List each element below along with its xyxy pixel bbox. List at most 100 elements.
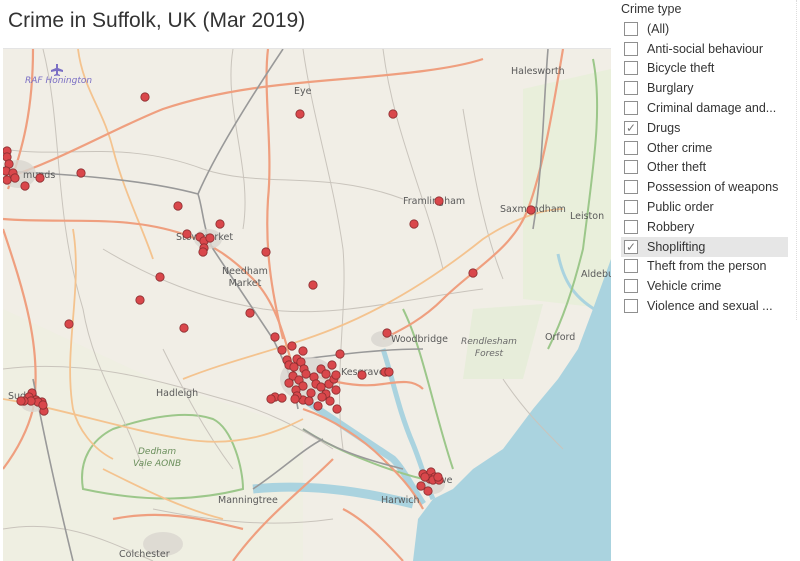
filter-item-other-theft[interactable]: Other theft xyxy=(621,158,796,178)
filter-item-label: Drugs xyxy=(647,120,681,135)
filter-item-shoplifting[interactable]: ✓ Shoplifting xyxy=(621,236,788,257)
incident-marker[interactable] xyxy=(526,205,536,215)
filter-item-other-crime[interactable]: Other crime xyxy=(621,138,796,158)
filter-item-label: Bicycle theft xyxy=(647,61,715,76)
incident-marker[interactable] xyxy=(64,319,74,329)
filter-item-label: Anti-social behaviour xyxy=(647,41,764,56)
incident-marker[interactable] xyxy=(357,370,367,380)
incident-marker[interactable] xyxy=(433,472,443,482)
filter-item-bicycle-theft[interactable]: Bicycle theft xyxy=(621,59,796,79)
filter-item-label: Public order xyxy=(647,200,714,215)
incident-marker[interactable] xyxy=(215,219,225,229)
incident-marker[interactable] xyxy=(140,92,150,102)
incident-marker[interactable] xyxy=(317,392,327,402)
incident-marker[interactable] xyxy=(155,272,165,282)
incident-marker[interactable] xyxy=(261,247,271,257)
incident-marker[interactable] xyxy=(295,109,305,119)
crime-map[interactable]: RAF Honington Eye Halesworth munds Framl… xyxy=(3,48,611,561)
checkbox[interactable] xyxy=(624,140,638,155)
checkbox[interactable] xyxy=(624,41,638,56)
incident-marker[interactable] xyxy=(382,328,392,338)
incident-marker[interactable] xyxy=(284,378,294,388)
incident-marker[interactable] xyxy=(277,345,287,355)
incident-marker[interactable] xyxy=(335,349,345,359)
incident-marker[interactable] xyxy=(304,396,314,406)
incident-marker[interactable] xyxy=(290,394,300,404)
checkbox[interactable] xyxy=(624,219,638,234)
incident-marker[interactable] xyxy=(38,400,48,410)
checkbox[interactable]: ✓ xyxy=(624,120,638,135)
filter-item-label: Possession of weapons xyxy=(647,180,779,195)
checkbox[interactable] xyxy=(624,61,638,76)
incident-marker[interactable] xyxy=(20,181,30,191)
checkbox[interactable] xyxy=(624,101,638,116)
filter-item-label: Other theft xyxy=(647,160,707,175)
checkbox[interactable] xyxy=(624,279,638,294)
incident-marker[interactable] xyxy=(409,219,419,229)
filter-item-label: Robbery xyxy=(647,219,695,234)
filter-item-robbery[interactable]: Robbery xyxy=(621,217,796,237)
checkbox[interactable] xyxy=(624,81,638,96)
incident-marker[interactable] xyxy=(10,173,20,183)
incident-marker[interactable] xyxy=(325,396,335,406)
filter-item-public-order[interactable]: Public order xyxy=(621,197,796,217)
incident-marker[interactable] xyxy=(182,229,192,239)
incident-marker[interactable] xyxy=(35,173,45,183)
incident-marker[interactable] xyxy=(420,472,430,482)
filter-item-label: Shoplifting xyxy=(647,239,706,254)
checkbox[interactable] xyxy=(624,200,638,215)
incident-marker[interactable] xyxy=(173,201,183,211)
incident-marker[interactable] xyxy=(135,295,145,305)
filter-item-label: Vehicle crime xyxy=(647,279,722,294)
incident-marker[interactable] xyxy=(3,175,12,185)
incident-marker[interactable] xyxy=(434,196,444,206)
incident-marker[interactable] xyxy=(179,323,189,333)
filter-item-label: (All) xyxy=(647,21,670,36)
checkbox[interactable] xyxy=(624,160,638,175)
filter-item-label: Other crime xyxy=(647,140,713,155)
incident-marker[interactable] xyxy=(270,332,280,342)
incident-marker[interactable] xyxy=(468,268,478,278)
incident-marker[interactable] xyxy=(331,370,341,380)
checkmark-icon: ✓ xyxy=(625,120,637,135)
filter-item-label: Violence and sexual ... xyxy=(647,299,773,314)
incident-marker[interactable] xyxy=(306,388,316,398)
incident-marker[interactable] xyxy=(287,341,297,351)
incident-marker[interactable] xyxy=(423,486,433,496)
filter-item-criminal-damage-and[interactable]: Criminal damage and... xyxy=(621,98,796,118)
incident-marker[interactable] xyxy=(266,394,276,404)
checkbox[interactable]: ✓ xyxy=(624,239,638,254)
filter-item-all[interactable]: (All) xyxy=(621,19,796,39)
checkbox[interactable] xyxy=(624,259,638,274)
incident-marker[interactable] xyxy=(301,369,311,379)
incident-marker[interactable] xyxy=(327,360,337,370)
filter-item-possession-of-weapons[interactable]: Possession of weapons xyxy=(621,177,796,197)
incident-marker[interactable] xyxy=(245,308,255,318)
crime-type-filter: Crime type (All) Anti-social behaviour Bic… xyxy=(621,2,796,316)
incident-marker[interactable] xyxy=(331,385,341,395)
incident-marker[interactable] xyxy=(388,109,398,119)
incident-marker[interactable] xyxy=(205,233,215,243)
incident-marker[interactable] xyxy=(16,396,26,406)
incident-marker[interactable] xyxy=(198,247,208,257)
incident-marker[interactable] xyxy=(313,401,323,411)
incident-marker[interactable] xyxy=(308,280,318,290)
filter-list: (All) Anti-social behaviour Bicycle theft B… xyxy=(621,19,796,316)
checkbox[interactable] xyxy=(624,180,638,195)
filter-item-drugs[interactable]: ✓ Drugs xyxy=(621,118,796,138)
filter-title: Crime type xyxy=(621,2,682,16)
filter-item-label: Burglary xyxy=(647,81,694,96)
incident-marker[interactable] xyxy=(332,404,342,414)
checkbox[interactable] xyxy=(624,299,638,314)
filter-item-burglary[interactable]: Burglary xyxy=(621,78,796,98)
checkbox[interactable] xyxy=(624,21,638,36)
filter-item-violence-and-sexual[interactable]: Violence and sexual ... xyxy=(621,296,796,316)
filter-item-vehicle-crime[interactable]: Vehicle crime xyxy=(621,276,796,296)
incident-marker[interactable] xyxy=(277,393,287,403)
incident-marker[interactable] xyxy=(298,346,308,356)
incident-marker[interactable] xyxy=(384,367,394,377)
filter-item-anti-social-behaviour[interactable]: Anti-social behaviour xyxy=(621,39,796,59)
filter-item-theft-from-the-person[interactable]: Theft from the person xyxy=(621,257,796,277)
incident-marker[interactable] xyxy=(321,369,331,379)
incident-marker[interactable] xyxy=(76,168,86,178)
